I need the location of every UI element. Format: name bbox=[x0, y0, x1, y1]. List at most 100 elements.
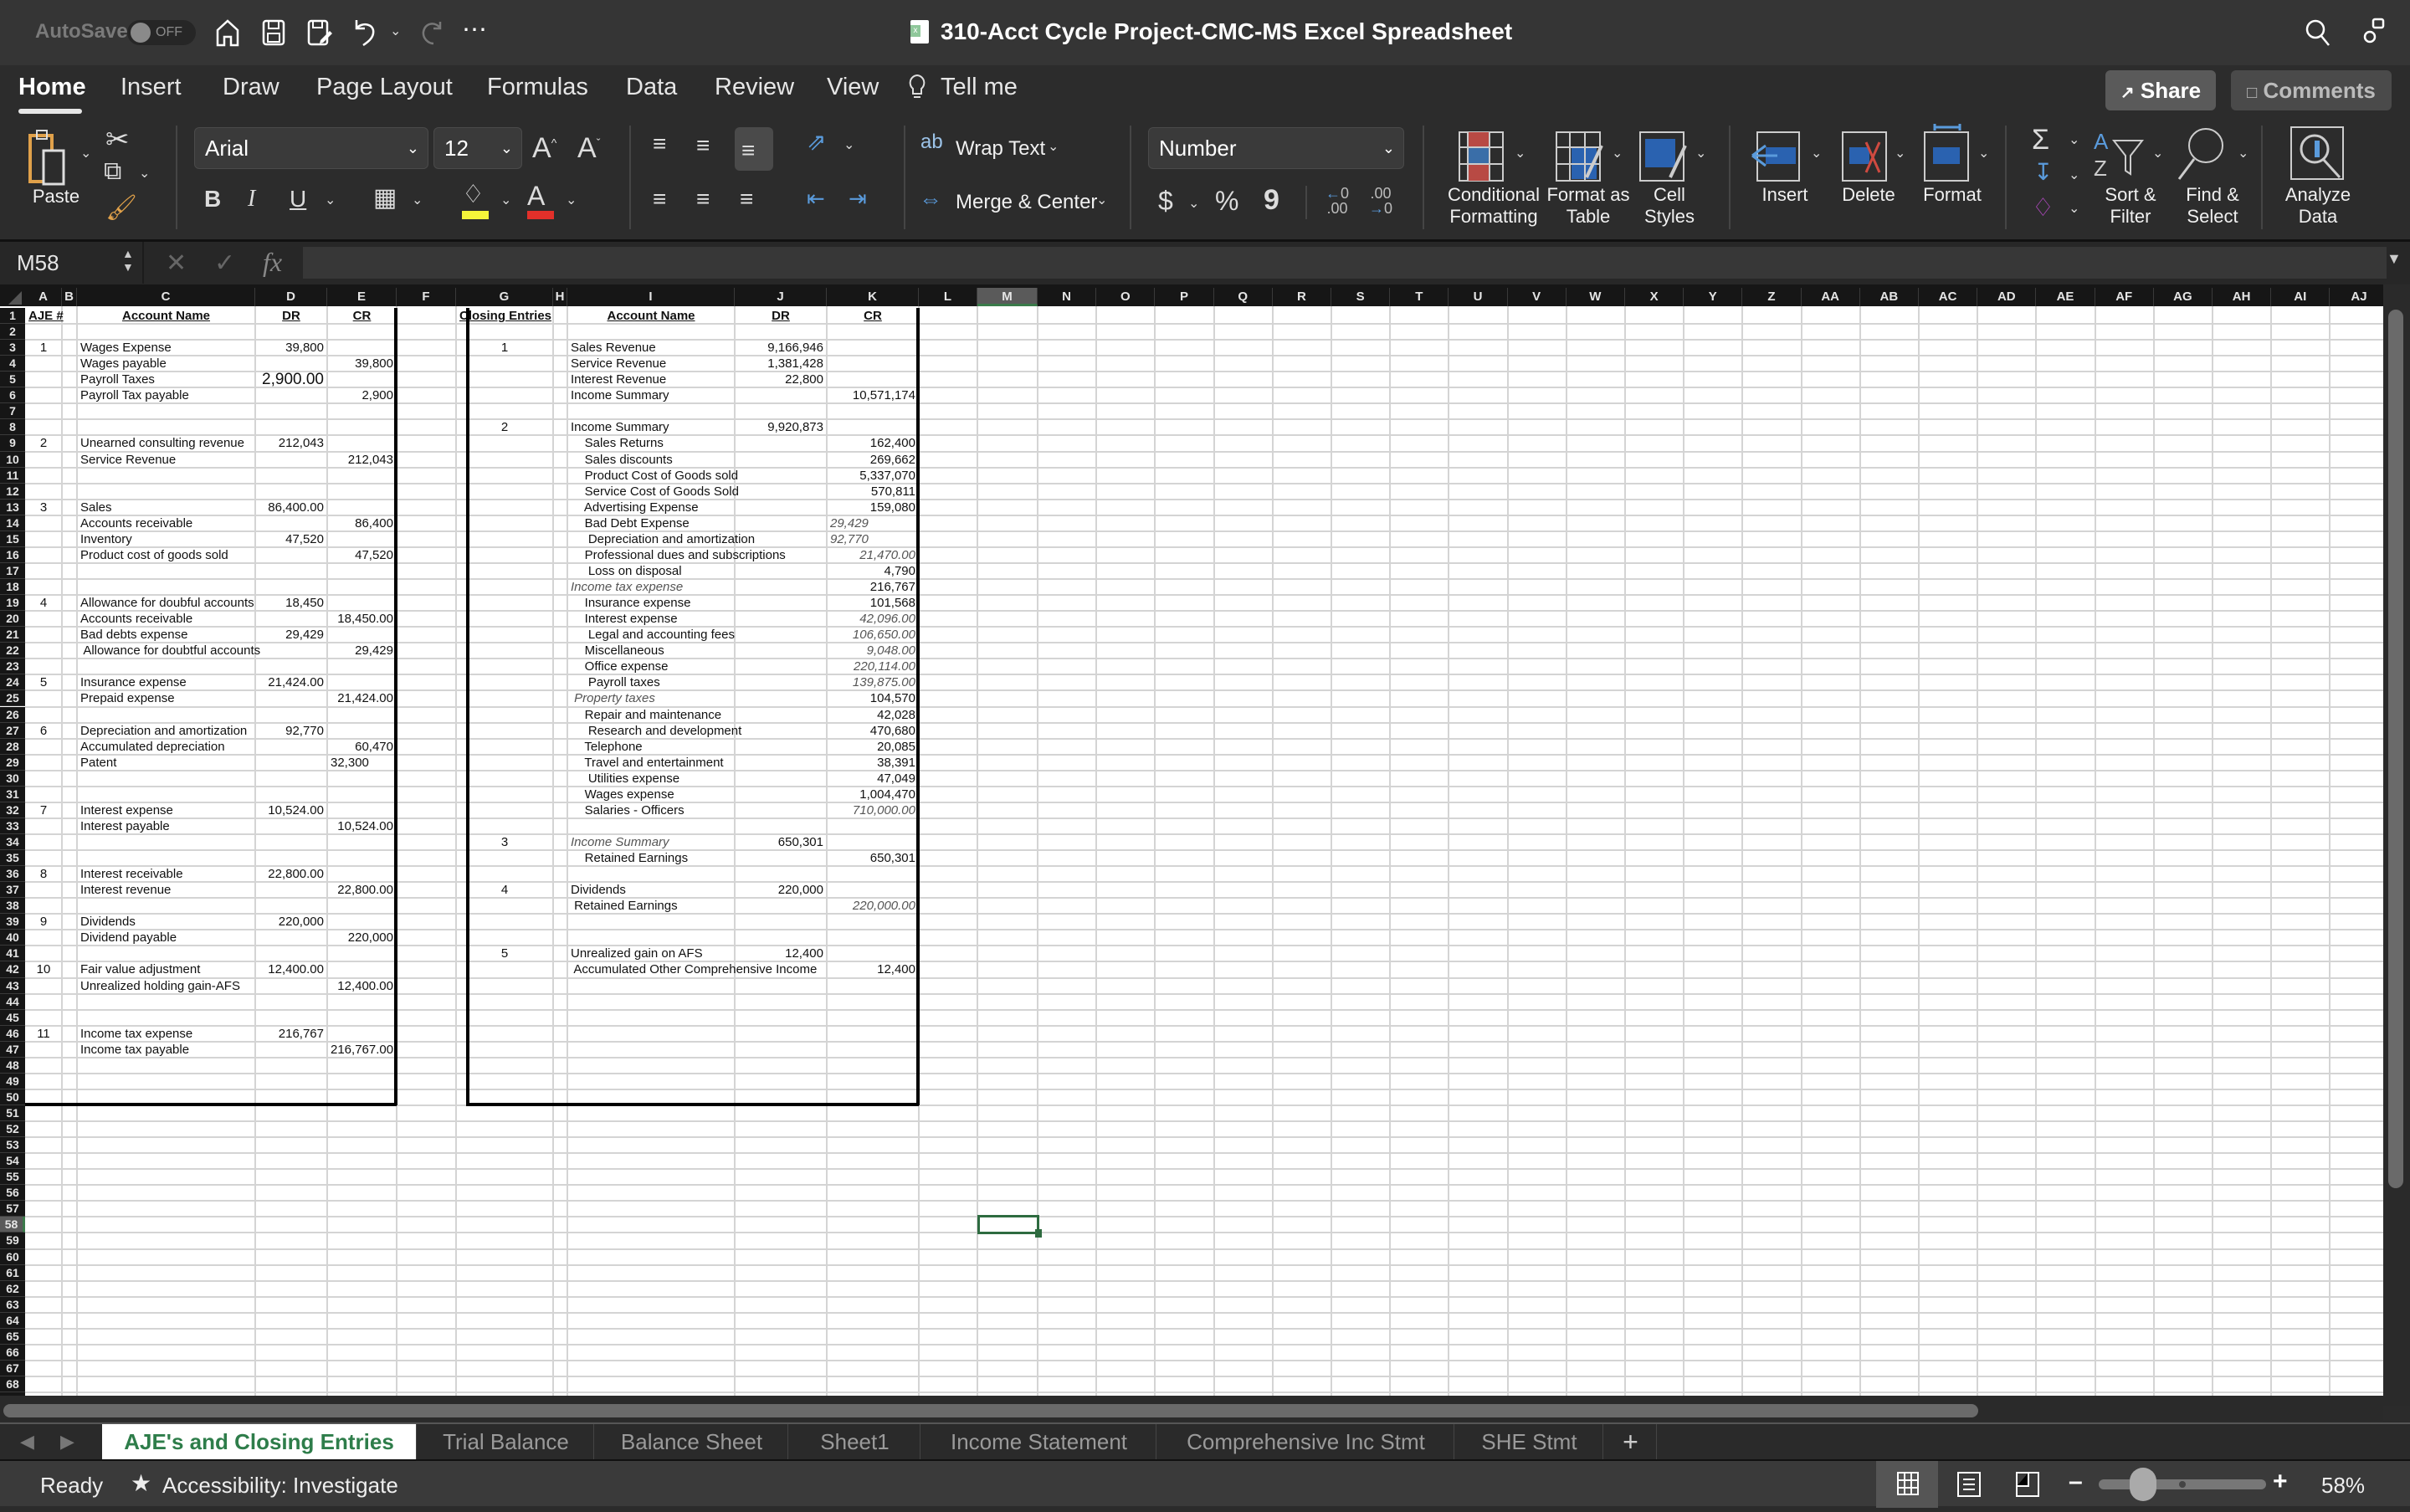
account-name-cell[interactable]: Sales Returns bbox=[571, 435, 731, 451]
row-header[interactable]: 37 bbox=[0, 882, 25, 899]
header-cell[interactable]: DR bbox=[259, 308, 324, 324]
header-cell[interactable]: AJE # bbox=[28, 308, 64, 324]
row-header[interactable]: 17 bbox=[0, 562, 25, 579]
column-header-aa[interactable]: AA bbox=[1801, 288, 1860, 306]
currency-dropdown-icon[interactable]: ⌄ bbox=[1188, 197, 1199, 211]
row-header[interactable]: 22 bbox=[0, 643, 25, 659]
row-header[interactable]: 8 bbox=[0, 419, 25, 436]
row-header[interactable]: 9 bbox=[0, 435, 25, 452]
row-header[interactable]: 2 bbox=[0, 324, 25, 341]
increase-decimal-icon[interactable]: ←0.00 bbox=[1326, 186, 1349, 216]
credit-cell[interactable]: 47,049 bbox=[830, 771, 915, 787]
row-header[interactable]: 12 bbox=[0, 483, 25, 500]
row-header[interactable]: 29 bbox=[0, 754, 25, 771]
row-header[interactable]: 53 bbox=[0, 1137, 25, 1154]
entry-number-cell[interactable]: 4 bbox=[28, 595, 59, 611]
account-name-cell[interactable]: Loss on disposal bbox=[571, 563, 731, 579]
delete-cells-button[interactable]: Delete bbox=[1833, 184, 1905, 206]
share-button[interactable]: ↗ Share bbox=[2105, 70, 2216, 110]
row-header[interactable]: 67 bbox=[0, 1360, 25, 1376]
entry-number-cell[interactable]: 1 bbox=[459, 340, 550, 356]
credit-cell[interactable]: 269,662 bbox=[830, 452, 915, 468]
next-sheet-icon[interactable]: ▶ bbox=[60, 1431, 74, 1453]
row-header[interactable]: 10 bbox=[0, 451, 25, 468]
row-header[interactable]: 18 bbox=[0, 579, 25, 596]
debit-cell[interactable]: 92,770 bbox=[259, 723, 324, 739]
account-name-cell[interactable]: Service Revenue bbox=[80, 452, 252, 468]
row-header[interactable]: 6 bbox=[0, 387, 25, 404]
row-header[interactable]: 11 bbox=[0, 467, 25, 484]
column-header-e[interactable]: E bbox=[327, 288, 397, 306]
column-header-q[interactable]: Q bbox=[1213, 288, 1273, 306]
sheet-tab-she-stmt[interactable]: SHE Stmt bbox=[1456, 1424, 1603, 1459]
font-size-dropdown[interactable]: 12 ⌄ bbox=[433, 127, 522, 169]
row-header[interactable]: 58 bbox=[0, 1217, 25, 1233]
decrease-indent-icon[interactable]: ⇤ bbox=[807, 187, 825, 209]
credit-cell[interactable]: 20,085 bbox=[830, 739, 915, 755]
row-header[interactable]: 38 bbox=[0, 898, 25, 915]
font-name-dropdown[interactable]: Arial ⌄ bbox=[194, 127, 428, 169]
paste-icon[interactable] bbox=[28, 127, 70, 186]
account-name-cell[interactable]: Travel and entertainment bbox=[571, 755, 731, 771]
credit-cell[interactable]: 60,470 bbox=[331, 739, 393, 755]
row-header[interactable]: 52 bbox=[0, 1121, 25, 1138]
fill-icon[interactable]: ↧ bbox=[2033, 161, 2053, 184]
row-header[interactable]: 43 bbox=[0, 977, 25, 994]
worksheet-grid[interactable]: A B C D E F G H I J K L M N O P Q R S T U V W X Y Z AA AB AC AD AE AF AG… bbox=[0, 284, 2410, 1406]
credit-cell[interactable]: 101,568 bbox=[830, 595, 915, 611]
account-name-cell[interactable]: Interest expense bbox=[571, 611, 731, 627]
row-header[interactable]: 20 bbox=[0, 611, 25, 628]
paste-label[interactable]: Paste bbox=[28, 186, 84, 208]
debit-cell[interactable]: 22,800 bbox=[738, 372, 823, 387]
entry-number-cell[interactable]: 9 bbox=[28, 914, 59, 930]
entry-number-cell[interactable]: 5 bbox=[28, 674, 59, 690]
account-name-cell[interactable]: Interest receivable bbox=[80, 866, 252, 882]
account-name-cell[interactable]: Miscellaneous bbox=[571, 643, 731, 659]
borders-dropdown-icon[interactable]: ⌄ bbox=[412, 194, 423, 208]
tab-home[interactable]: Home bbox=[18, 74, 86, 101]
row-header[interactable]: 49 bbox=[0, 1073, 25, 1089]
row-header[interactable]: 13 bbox=[0, 499, 25, 515]
insert-cells-button[interactable]: Insert bbox=[1749, 184, 1821, 206]
find-select-dropdown-icon[interactable]: ⌄ bbox=[2238, 147, 2248, 161]
account-name-cell[interactable]: Insurance expense bbox=[80, 674, 252, 690]
selected-cell-m58[interactable] bbox=[977, 1215, 1039, 1235]
column-header-z[interactable]: Z bbox=[1742, 288, 1802, 306]
credit-cell[interactable]: 47,520 bbox=[331, 547, 393, 563]
find-select-button[interactable]: Find & Select bbox=[2172, 184, 2253, 228]
row-header[interactable]: 16 bbox=[0, 546, 25, 563]
account-name-cell[interactable]: Allowance for doubtful accounts bbox=[80, 643, 260, 659]
entry-number-cell[interactable]: 4 bbox=[459, 882, 550, 898]
zoom-out-button[interactable]: – bbox=[2069, 1468, 2083, 1496]
account-name-cell[interactable]: Dividends bbox=[80, 914, 252, 930]
account-name-cell[interactable]: Inventory bbox=[80, 531, 252, 547]
account-name-cell[interactable]: Dividend payable bbox=[80, 930, 252, 946]
account-name-cell[interactable]: Service Revenue bbox=[571, 356, 731, 372]
credit-cell[interactable]: 2,900 bbox=[331, 387, 393, 403]
credit-cell[interactable]: 212,043 bbox=[331, 452, 393, 468]
merge-dropdown-icon[interactable]: ⌄ bbox=[1096, 194, 1107, 208]
analyze-data-button[interactable]: Analyze Data bbox=[2276, 184, 2360, 228]
account-name-cell[interactable]: Advertising Expense bbox=[571, 500, 731, 515]
sort-filter-button[interactable]: Sort & Filter bbox=[2089, 184, 2172, 228]
currency-button[interactable]: $ bbox=[1158, 187, 1173, 214]
column-header-u[interactable]: U bbox=[1449, 288, 1508, 306]
credit-cell[interactable]: 216,767.00 bbox=[331, 1042, 393, 1058]
conditional-formatting-icon[interactable] bbox=[1458, 131, 1505, 182]
row-header[interactable]: 19 bbox=[0, 595, 25, 612]
account-icon[interactable] bbox=[2361, 17, 2387, 47]
insert-dropdown-icon[interactable]: ⌄ bbox=[1811, 147, 1822, 161]
enter-formula-icon[interactable]: ✓ bbox=[214, 249, 235, 278]
row-header[interactable]: 68 bbox=[0, 1376, 25, 1393]
debit-cell[interactable]: 29,429 bbox=[259, 627, 324, 643]
debit-cell[interactable]: 18,450 bbox=[259, 595, 324, 611]
autosum-icon[interactable]: Σ bbox=[2032, 126, 2049, 154]
tell-me-search[interactable]: Tell me bbox=[941, 74, 1018, 101]
account-name-cell[interactable]: Unrealized gain on AFS bbox=[571, 946, 731, 961]
column-header-i[interactable]: I bbox=[567, 288, 735, 306]
header-cell[interactable]: Account Name bbox=[571, 308, 731, 324]
credit-cell[interactable]: 21,470.00 bbox=[830, 547, 915, 563]
column-header-ae[interactable]: AE bbox=[2036, 288, 2095, 306]
row-header[interactable]: 36 bbox=[0, 866, 25, 883]
find-select-icon[interactable] bbox=[2176, 126, 2229, 181]
